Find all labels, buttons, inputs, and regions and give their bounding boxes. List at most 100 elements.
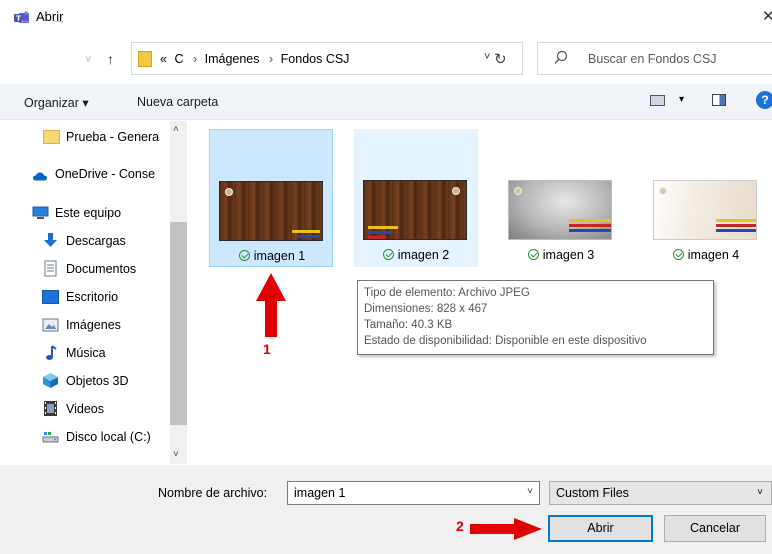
cube-icon [43, 373, 58, 388]
annotation-arrow-right [470, 518, 542, 540]
sidebar-item-imagenes[interactable]: Imágenes [0, 312, 170, 338]
sidebar-item-label: Este equipo [55, 206, 122, 220]
sidebar-item-prueba[interactable]: Prueba - Genera [0, 124, 170, 150]
sidebar-item-label: Escritorio [66, 290, 119, 304]
thumbnail [219, 181, 323, 241]
video-icon [44, 401, 57, 416]
file-item-imagen-1[interactable]: imagen 1 [209, 129, 333, 267]
file-item-imagen-4[interactable]: imagen 4 [644, 129, 768, 267]
breadcrumb-c[interactable]: C [174, 52, 183, 66]
chevron-down-icon[interactable]: ˅ [527, 486, 533, 497]
breadcrumb-overflow[interactable]: « [160, 52, 167, 66]
file-name: imagen 4 [644, 248, 768, 262]
thumbnail [653, 180, 757, 240]
search-icon [554, 50, 568, 64]
view-options-icon[interactable] [650, 95, 665, 106]
filename-field[interactable]: ˅ [287, 481, 540, 505]
dialog-footer [0, 465, 772, 554]
pictures-icon [42, 318, 59, 332]
music-icon [46, 345, 57, 360]
navigation-pane: Prueba - Genera OneDrive - Conse Este eq… [0, 121, 186, 464]
file-item-imagen-3[interactable]: imagen 3 [499, 129, 623, 267]
documents-icon [44, 260, 57, 277]
sidebar-item-label: Objetos 3D [66, 374, 129, 388]
file-name: imagen 3 [499, 248, 623, 262]
up-button[interactable]: ↑ [107, 51, 114, 67]
recent-locations-button[interactable]: ˅ [85, 54, 91, 66]
desktop-icon [42, 290, 59, 304]
sidebar-item-label: Videos [66, 402, 104, 416]
address-bar[interactable]: « C › Imágenes › Fondos CSJ ˅ [131, 42, 523, 75]
back-button[interactable]: ← [18, 11, 32, 27]
chevron-down-icon[interactable]: ˅ [484, 51, 490, 63]
sync-check-icon [672, 249, 684, 260]
open-button[interactable]: Abrir [548, 515, 653, 542]
scroll-down-icon[interactable]: ˅ [173, 449, 179, 460]
scroll-up-icon[interactable]: ˄ [173, 124, 179, 135]
tooltip-line: Tamaño: 40.3 KB [364, 319, 453, 331]
sidebar-item-escritorio[interactable]: Escritorio [0, 284, 170, 310]
chevron-down-icon[interactable]: ˅ [757, 487, 763, 498]
sidebar-item-descargas[interactable]: Descargas [0, 228, 170, 254]
sidebar-item-label: Música [66, 346, 106, 360]
tooltip-line: Estado de disponibilidad: Disponible en … [364, 335, 647, 347]
logo-icon [452, 187, 460, 195]
filename-label: Nombre de archivo: [158, 486, 268, 500]
sidebar-item-label: Disco local (C:) [66, 430, 151, 444]
sidebar-item-este-equipo[interactable]: Este equipo [0, 200, 170, 226]
sync-check-icon [238, 250, 250, 261]
file-name: imagen 2 [354, 248, 478, 262]
annotation-step-1: 1 [263, 341, 271, 357]
download-icon [44, 233, 57, 247]
sidebar-item-label: Documentos [66, 262, 137, 276]
file-tooltip: Tipo de elemento: Archivo JPEG Dimension… [357, 280, 714, 355]
filename-input[interactable] [288, 482, 508, 504]
folder-icon [138, 51, 152, 67]
title-bar: T Abrir ✕ [0, 0, 772, 34]
sidebar-item-label: Descargas [66, 234, 126, 248]
breadcrumb-imagenes[interactable]: Imágenes [205, 52, 260, 66]
file-item-imagen-2[interactable]: imagen 2 [354, 129, 478, 267]
sidebar-item-label: Prueba - Genera [66, 130, 160, 144]
file-name: imagen 1 [210, 249, 334, 263]
file-type-value: Custom Files [556, 486, 629, 500]
thumbnail [363, 180, 467, 240]
search-box[interactable]: Buscar en Fondos CSJ [537, 42, 772, 75]
sync-check-icon [527, 249, 539, 260]
chevron-down-icon[interactable]: ▾ [679, 94, 684, 105]
preview-pane-icon[interactable] [712, 94, 726, 106]
thumbnail [508, 180, 612, 240]
organize-button[interactable]: Organizar ▾ [24, 95, 89, 110]
close-icon[interactable]: ✕ [762, 7, 772, 25]
sidebar-item-objetos-3d[interactable]: Objetos 3D [0, 368, 170, 394]
sidebar-item-documentos[interactable]: Documentos [0, 256, 170, 282]
cancel-button[interactable]: Cancelar [664, 515, 766, 542]
computer-icon [32, 206, 49, 219]
help-icon[interactable]: ? [756, 91, 772, 109]
sidebar-item-onedrive[interactable]: OneDrive - Conse [0, 161, 170, 187]
tooltip-line: Tipo de elemento: Archivo JPEG [364, 287, 530, 299]
chevron-right-icon: › [269, 52, 274, 66]
sidebar-item-label: Imágenes [66, 318, 121, 332]
folder-icon [43, 130, 60, 144]
sidebar-scroll-thumb[interactable] [170, 222, 187, 425]
forward-button[interactable]: → [52, 11, 66, 27]
annotation-arrow-up [256, 273, 286, 337]
sidebar-item-musica[interactable]: Música [0, 340, 170, 366]
sidebar-item-videos[interactable]: Videos [0, 396, 170, 422]
logo-icon [514, 187, 522, 195]
sidebar-item-label: OneDrive - Conse [55, 167, 156, 181]
file-type-select[interactable]: Custom Files ˅ [549, 481, 772, 505]
new-folder-button[interactable]: Nueva carpeta [137, 95, 218, 109]
annotation-step-2: 2 [456, 518, 464, 534]
chevron-right-icon: › [192, 52, 198, 66]
drive-icon [42, 432, 59, 443]
logo-icon [225, 188, 233, 196]
refresh-icon[interactable]: ↻ [494, 50, 507, 68]
sidebar-item-disco-local[interactable]: Disco local (C:) [0, 424, 170, 450]
sync-check-icon [382, 249, 394, 260]
cloud-icon [33, 172, 48, 181]
search-input[interactable]: Buscar en Fondos CSJ [588, 52, 717, 66]
breadcrumb-fondos-csj[interactable]: Fondos CSJ [281, 52, 350, 66]
tooltip-line: Dimensiones: 828 x 467 [364, 303, 488, 315]
